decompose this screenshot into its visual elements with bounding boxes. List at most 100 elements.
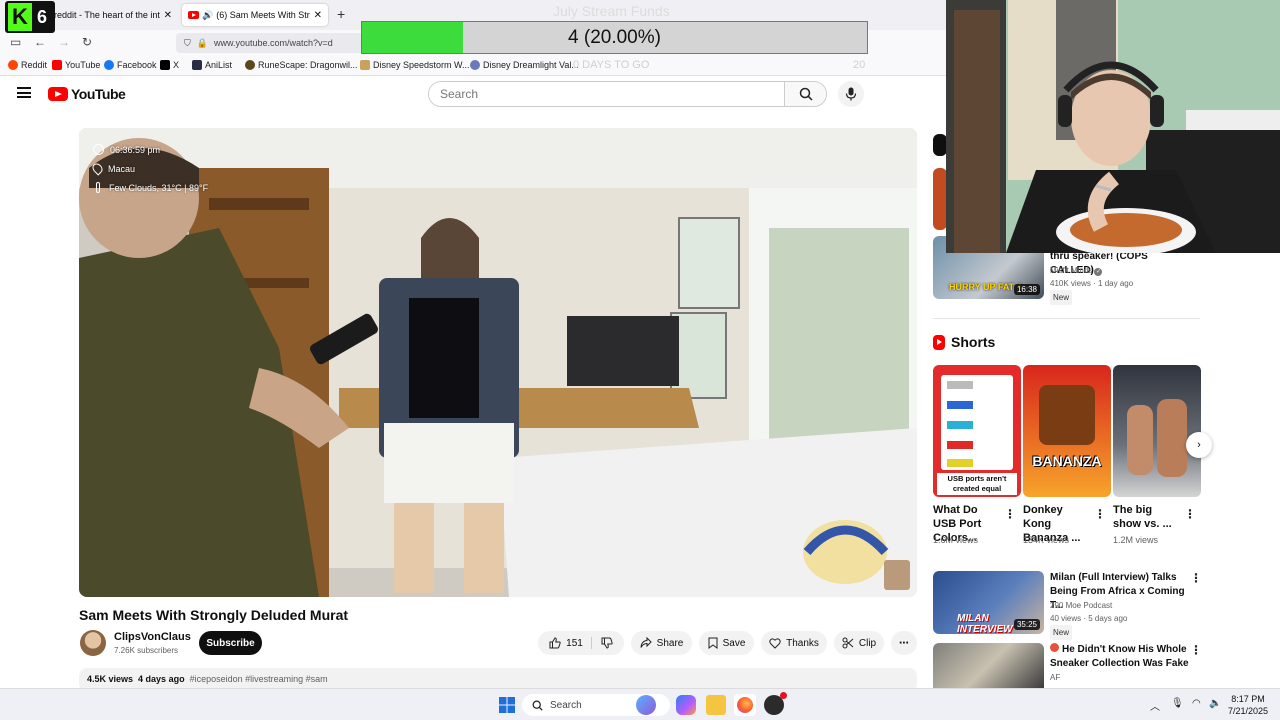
runescape-icon	[245, 60, 255, 70]
tab-youtube-video[interactable]: 🔊 (6) Sam Meets With Strongly Deluded Mu…	[182, 4, 328, 26]
close-tab-icon[interactable]: ✕	[164, 10, 172, 21]
taskbar-search-placeholder: Search	[550, 699, 582, 711]
tray-chevron-up-icon[interactable]: ︿	[1150, 698, 1160, 713]
close-tab-icon[interactable]: ✕	[314, 10, 322, 21]
filter-chip[interactable]	[933, 134, 947, 156]
wifi-icon[interactable]: ◠	[1192, 698, 1201, 709]
shield-icon[interactable]: ⛉	[184, 38, 191, 49]
youtube-favicon-icon	[188, 11, 199, 19]
notification-dot-icon	[780, 692, 787, 699]
bookmark-label: Reddit	[21, 60, 48, 70]
forward-icon[interactable]: →	[58, 35, 70, 49]
microphone-tray-icon[interactable]: 🎙	[1171, 698, 1184, 709]
funds-goal: 20	[853, 59, 866, 71]
stream-info-overlay: 06:36:59 pm Macau Few Clouds, 31°C | 89°…	[90, 140, 209, 197]
channel-watermark[interactable]	[884, 560, 910, 590]
search-button[interactable]	[784, 82, 826, 106]
subscribe-button[interactable]: Subscribe	[199, 631, 262, 655]
thumbnail-caption: HURRY UP FAT A	[949, 282, 1023, 292]
short-thumbnail-bananza[interactable]: BANANZA	[1023, 365, 1111, 497]
short-menu-icon[interactable]: ⋮	[1184, 507, 1196, 521]
bookmark-runescape[interactable]: RuneScape: Dragonwil...	[245, 60, 358, 70]
file-explorer-icon[interactable]	[706, 695, 726, 715]
clock-time: 8:17 PM	[1231, 694, 1265, 704]
clip-button[interactable]: Clip	[834, 631, 884, 655]
sidebar-video-channel[interactable]: 290 Moe Podcast	[1050, 599, 1112, 612]
microphone-icon	[845, 87, 857, 101]
hashtags[interactable]: #iceposeidon #livestreaming #sam	[190, 674, 328, 684]
short-views: 134K views	[1023, 535, 1070, 545]
bookmark-youtube[interactable]: YouTube	[52, 60, 100, 70]
bookmark-facebook[interactable]: Facebook	[104, 60, 157, 70]
windows-taskbar: Search ︿ 🎙 ◠ 🔈 8:17 PM 7/21/2025	[0, 688, 1280, 720]
bookmark-label: Disney Speedstorm W...	[373, 60, 470, 70]
x-icon	[160, 60, 170, 70]
video-thumbnail-milan[interactable]: MILAN INTERVIEW 35:25	[933, 571, 1044, 634]
short-menu-icon[interactable]: ⋮	[1094, 507, 1106, 521]
youtube-logo[interactable]: YouTube	[48, 86, 126, 102]
funds-progress-bar: 4 (20.00%)	[361, 21, 868, 54]
wrestler-graphic	[1157, 399, 1187, 477]
new-tab-button[interactable]: +	[337, 6, 345, 22]
chevron-right-icon: ›	[1197, 439, 1201, 451]
section-divider	[933, 318, 1200, 319]
reload-icon[interactable]: ↻	[82, 35, 92, 49]
firefox-taskbar-button[interactable]	[734, 694, 756, 716]
bookmark-label: RuneScape: Dragonwil...	[258, 60, 358, 70]
like-button[interactable]: 151	[549, 637, 592, 649]
back-icon[interactable]: ←	[34, 35, 46, 49]
voice-search-button[interactable]	[838, 81, 864, 107]
video-menu-icon[interactable]: ⋮	[1190, 643, 1202, 657]
video-thumbnail-sneakers[interactable]	[933, 643, 1044, 688]
shorts-next-button[interactable]: ›	[1186, 432, 1212, 458]
bookmark-disney-speedstorm[interactable]: Disney Speedstorm W...	[360, 60, 470, 70]
short-title[interactable]: The big show vs. ...	[1113, 503, 1173, 531]
short-menu-icon[interactable]: ⋮	[1004, 507, 1016, 521]
video-player[interactable]: 06:36:59 pm Macau Few Clouds, 31°C | 89°…	[79, 128, 917, 597]
scissors-icon	[842, 637, 854, 649]
location-pin-icon	[90, 161, 105, 176]
sidebar-toggle-icon[interactable]: ▭	[10, 35, 21, 49]
bookmark-anilist[interactable]: AniList	[192, 60, 232, 70]
copilot-icon[interactable]	[676, 695, 696, 715]
address-bar[interactable]: ⛉ 🔒 www.youtube.com/watch?v=d	[176, 33, 366, 53]
sidebar-video-channel[interactable]: AF	[1050, 671, 1060, 684]
clock-date: 7/21/2025	[1228, 706, 1269, 716]
tab-reddit[interactable]: reddit - The heart of the internet ✕	[48, 4, 178, 26]
obs-icon[interactable]	[764, 692, 787, 715]
dreamlight-icon	[470, 60, 480, 70]
windows-start-icon[interactable]	[498, 696, 516, 714]
dislike-button[interactable]	[597, 637, 613, 649]
channel-name[interactable]: ClipsVonClaus	[114, 631, 191, 643]
video-menu-icon[interactable]: ⋮	[1190, 571, 1202, 585]
short-thumbnail-bigshow[interactable]	[1113, 365, 1201, 497]
share-label: Share	[656, 637, 684, 649]
lock-icon[interactable]: 🔒	[197, 38, 208, 49]
bookmark-reddit[interactable]: Reddit	[8, 60, 47, 70]
bookmark-label: YouTube	[65, 60, 101, 70]
short-views: 1.2M views	[1113, 535, 1159, 545]
usb-chart-graphic	[941, 375, 1013, 470]
new-badge: New	[1050, 625, 1073, 640]
taskbar-clock[interactable]: 8:17 PM 7/21/2025	[1228, 693, 1268, 717]
bookmark-disney-dreamlight[interactable]: Disney Dreamlight Val...	[470, 60, 579, 70]
live-dot-icon	[1050, 643, 1059, 652]
thanks-button[interactable]: Thanks	[761, 631, 827, 655]
share-button[interactable]: Share	[631, 631, 692, 655]
bookmark-x[interactable]: X	[160, 60, 179, 70]
kick-logo-icon: K	[8, 3, 32, 31]
channel-avatar[interactable]	[80, 630, 106, 656]
sidebar-video-meta: 410K views · 1 day ago	[1050, 279, 1134, 288]
widgets-icon[interactable]	[636, 695, 656, 715]
sidebar-video-channel[interactable]: Misfit Minds ✓	[1050, 264, 1103, 277]
stream-weather: Few Clouds, 31°C | 89°F	[109, 182, 209, 193]
video-thumbnail[interactable]	[933, 168, 947, 230]
sidebar-video-title[interactable]: He Didn't Know His Whole Sneaker Collect…	[1050, 643, 1190, 671]
search-input[interactable]	[429, 82, 786, 106]
save-button[interactable]: Save	[699, 631, 754, 655]
speaker-icon[interactable]: 🔊	[202, 10, 213, 21]
short-thumbnail-usb[interactable]: USB ports aren't created equal	[933, 365, 1021, 497]
hamburger-menu-icon[interactable]	[17, 87, 31, 98]
more-actions-button[interactable]: ⋯	[891, 631, 917, 655]
volume-icon[interactable]: 🔈	[1209, 698, 1221, 709]
